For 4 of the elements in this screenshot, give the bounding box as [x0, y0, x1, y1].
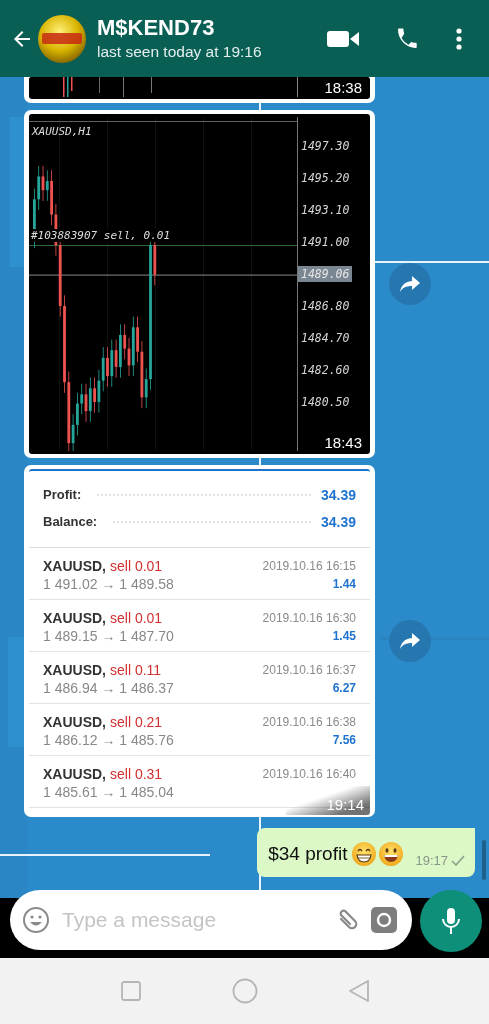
contact-name[interactable]: M$KEND73	[97, 14, 327, 41]
avatar-icon[interactable]	[38, 14, 86, 63]
last-seen-text: last seen today at 19:16	[97, 41, 263, 62]
menu-icon[interactable]	[455, 26, 463, 51]
